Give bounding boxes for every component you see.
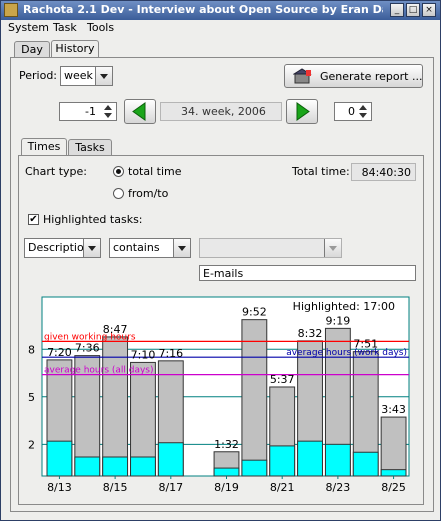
highlighted-bar <box>213 467 240 477</box>
generate-report-button[interactable]: Generate report ... <box>284 64 423 88</box>
day-bar <box>380 416 407 477</box>
arrow-left-icon <box>132 102 146 121</box>
chevron-down-icon <box>83 239 100 257</box>
x-tick-label: 8/15 <box>103 481 128 492</box>
highlighted-bar <box>380 469 407 477</box>
close-button[interactable]: × <box>422 3 436 17</box>
bar-value-label: 1:32 <box>214 438 239 451</box>
bar-value-label: 7:10 <box>131 348 156 361</box>
highlighted-bar <box>241 459 268 477</box>
period-select[interactable]: week <box>60 66 113 86</box>
x-tick-label: 8/17 <box>158 481 183 492</box>
filter-field-value: Description <box>28 241 91 254</box>
minimize-button[interactable]: _ <box>390 3 404 17</box>
radio-from-to[interactable] <box>113 188 124 199</box>
filter-value-select[interactable] <box>199 238 342 258</box>
bar-value-label: 8:47 <box>103 323 128 336</box>
chart-type-label: Chart type: <box>25 165 88 178</box>
tab-tasks[interactable]: Tasks <box>68 139 112 156</box>
next-week-button[interactable] <box>286 99 318 124</box>
period-label: Period: <box>19 69 58 82</box>
filter-text-value: E-mails <box>203 267 244 280</box>
report-icon <box>293 68 312 84</box>
highlighted-bar <box>46 440 73 477</box>
highlighted-bar <box>269 445 296 477</box>
bar-value-label: 7:51 <box>353 338 378 351</box>
bar-value-label: 7:16 <box>158 347 183 360</box>
filter-text-input[interactable]: E-mails <box>199 265 416 281</box>
reference-line-label: average hours (work days) <box>286 348 407 358</box>
maximize-button[interactable]: □ <box>406 3 420 17</box>
bar-value-label: 3:43 <box>381 403 406 416</box>
previous-week-button[interactable] <box>124 99 156 124</box>
generate-report-label: Generate report ... <box>320 70 423 83</box>
total-time-field: 84:40:30 <box>351 163 416 181</box>
app-window: Rachota 2.1 Dev - Interview about Open S… <box>0 0 441 521</box>
menu-bar: System Task Tools <box>1 20 440 37</box>
chevron-down-icon <box>324 239 341 257</box>
bar-value-label: 8:32 <box>298 327 323 340</box>
app-icon <box>4 3 18 17</box>
week-label: 34. week, 2006 <box>181 105 266 118</box>
reference-line-label: average hours (all days) <box>44 366 154 376</box>
history-chart: given working hoursaverage hours (work d… <box>28 296 410 492</box>
spinner-arrows-icon[interactable] <box>357 103 369 120</box>
highlighted-bar <box>74 456 101 477</box>
day-bar <box>241 319 268 477</box>
highlighted-label[interactable]: Highlighted tasks: <box>43 213 143 226</box>
x-tick-label: 8/21 <box>270 481 295 492</box>
highlighted-bar <box>130 456 156 477</box>
chevron-down-icon <box>173 239 190 257</box>
right-offset-value: 0 <box>348 105 355 118</box>
bar-value-label: 7:20 <box>47 346 72 359</box>
total-time-label: Total time: <box>292 165 350 178</box>
title-bar[interactable]: Rachota 2.1 Dev - Interview about Open S… <box>1 1 440 20</box>
highlighted-bar <box>352 451 379 477</box>
highlighted-bar <box>324 443 351 477</box>
filter-operator-value: contains <box>113 241 160 254</box>
x-tick-label: 8/19 <box>214 481 239 492</box>
tab-history[interactable]: History <box>51 40 99 58</box>
radio-total-time[interactable] <box>113 166 124 177</box>
left-offset-value: -1 <box>85 105 96 118</box>
menu-tools[interactable]: Tools <box>87 21 114 34</box>
bar-value-label: 7:36 <box>75 342 100 355</box>
radio-total-time-label[interactable]: total time <box>128 165 182 178</box>
tab-times[interactable]: Times <box>21 138 67 156</box>
y-tick-label: 2 <box>28 438 35 451</box>
spinner-arrows-icon[interactable] <box>102 103 114 120</box>
filter-field-select[interactable]: Description <box>24 238 101 258</box>
right-offset-spinner[interactable]: 0 <box>334 102 372 121</box>
x-tick-label: 8/23 <box>326 481 351 492</box>
total-time-value: 84:40:30 <box>361 166 411 179</box>
x-tick-label: 8/25 <box>381 481 406 492</box>
y-tick-label: 8 <box>28 343 35 356</box>
window-title: Rachota 2.1 Dev - Interview about Open S… <box>23 3 383 16</box>
week-display: 34. week, 2006 <box>160 102 282 121</box>
highlighted-bar <box>102 456 129 477</box>
highlighted-total-label: Highlighted: 17:00 <box>293 300 395 313</box>
tab-day[interactable]: Day <box>14 41 50 58</box>
arrow-right-icon <box>296 102 310 121</box>
x-tick-label: 8/13 <box>47 481 72 492</box>
highlighted-bar <box>297 440 323 477</box>
chevron-down-icon <box>95 67 112 85</box>
bar-value-label: 9:52 <box>242 306 267 319</box>
highlighted-checkbox[interactable]: ✔ <box>28 214 39 225</box>
menu-task[interactable]: Task <box>53 21 77 34</box>
left-offset-spinner[interactable]: -1 <box>59 102 117 121</box>
y-tick-label: 5 <box>28 391 35 404</box>
menu-system[interactable]: System <box>8 21 49 34</box>
period-select-value: week <box>64 69 93 82</box>
radio-from-to-label[interactable]: from/to <box>128 187 168 200</box>
bar-value-label: 9:19 <box>326 314 351 327</box>
filter-operator-select[interactable]: contains <box>109 238 191 258</box>
bar-value-label: 5:37 <box>270 373 295 386</box>
highlighted-bar <box>157 442 184 477</box>
